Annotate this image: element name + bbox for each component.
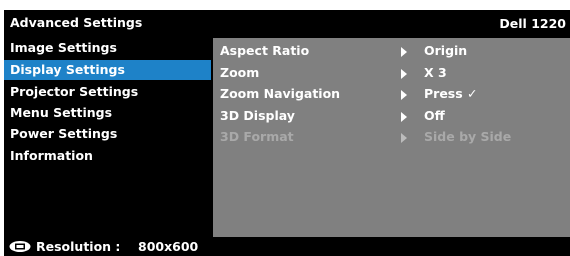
sidebar-item-menu-settings[interactable]: Menu Settings [4, 103, 211, 123]
sidebar-item-information[interactable]: Information [4, 146, 211, 166]
setting-label: 3D Display [220, 108, 295, 123]
setting-row-3d-format: 3D Format Side by Side [213, 126, 570, 148]
arrow-right-icon [401, 90, 407, 100]
menu-title: Advanced Settings [10, 15, 143, 30]
setting-row-3d-display[interactable]: 3D Display Off [213, 105, 570, 127]
resolution-label: Resolution : [36, 239, 121, 254]
status-bar: Resolution : 800x600 [4, 237, 570, 256]
arrow-right-icon [401, 133, 407, 143]
setting-value: Off [424, 108, 445, 123]
settings-panel: Aspect Ratio Origin Zoom X 3 Zoom Naviga… [213, 38, 570, 237]
resolution-value: 800x600 [138, 239, 199, 254]
setting-label: Aspect Ratio [220, 43, 310, 58]
setting-row-aspect-ratio[interactable]: Aspect Ratio Origin [213, 40, 570, 62]
arrow-right-icon [401, 112, 407, 122]
sidebar-item-display-settings[interactable]: Display Settings [4, 60, 211, 80]
setting-label: Zoom [220, 65, 260, 80]
arrow-right-icon [401, 47, 407, 57]
setting-value: X 3 [424, 65, 447, 80]
sidebar-item-power-settings[interactable]: Power Settings [4, 124, 211, 144]
setting-label: 3D Format [220, 129, 294, 144]
arrow-right-icon [401, 69, 407, 79]
osd-menu: Advanced Settings Dell 1220 Image Settin… [4, 10, 570, 256]
setting-row-zoom[interactable]: Zoom X 3 [213, 62, 570, 84]
setting-value: Press ✓ [424, 86, 478, 101]
model-name: Dell 1220 [499, 16, 566, 31]
setting-value: Origin [424, 43, 468, 58]
header-bar: Advanced Settings Dell 1220 [4, 10, 570, 36]
monitor-icon [9, 241, 31, 252]
setting-label: Zoom Navigation [220, 86, 341, 101]
sidebar-item-image-settings[interactable]: Image Settings [4, 38, 211, 58]
setting-value: Side by Side [424, 129, 512, 144]
setting-row-zoom-navigation[interactable]: Zoom Navigation Press ✓ [213, 83, 570, 105]
sidebar-item-projector-settings[interactable]: Projector Settings [4, 82, 211, 102]
sidebar: Image Settings Display Settings Projecto… [4, 38, 211, 237]
